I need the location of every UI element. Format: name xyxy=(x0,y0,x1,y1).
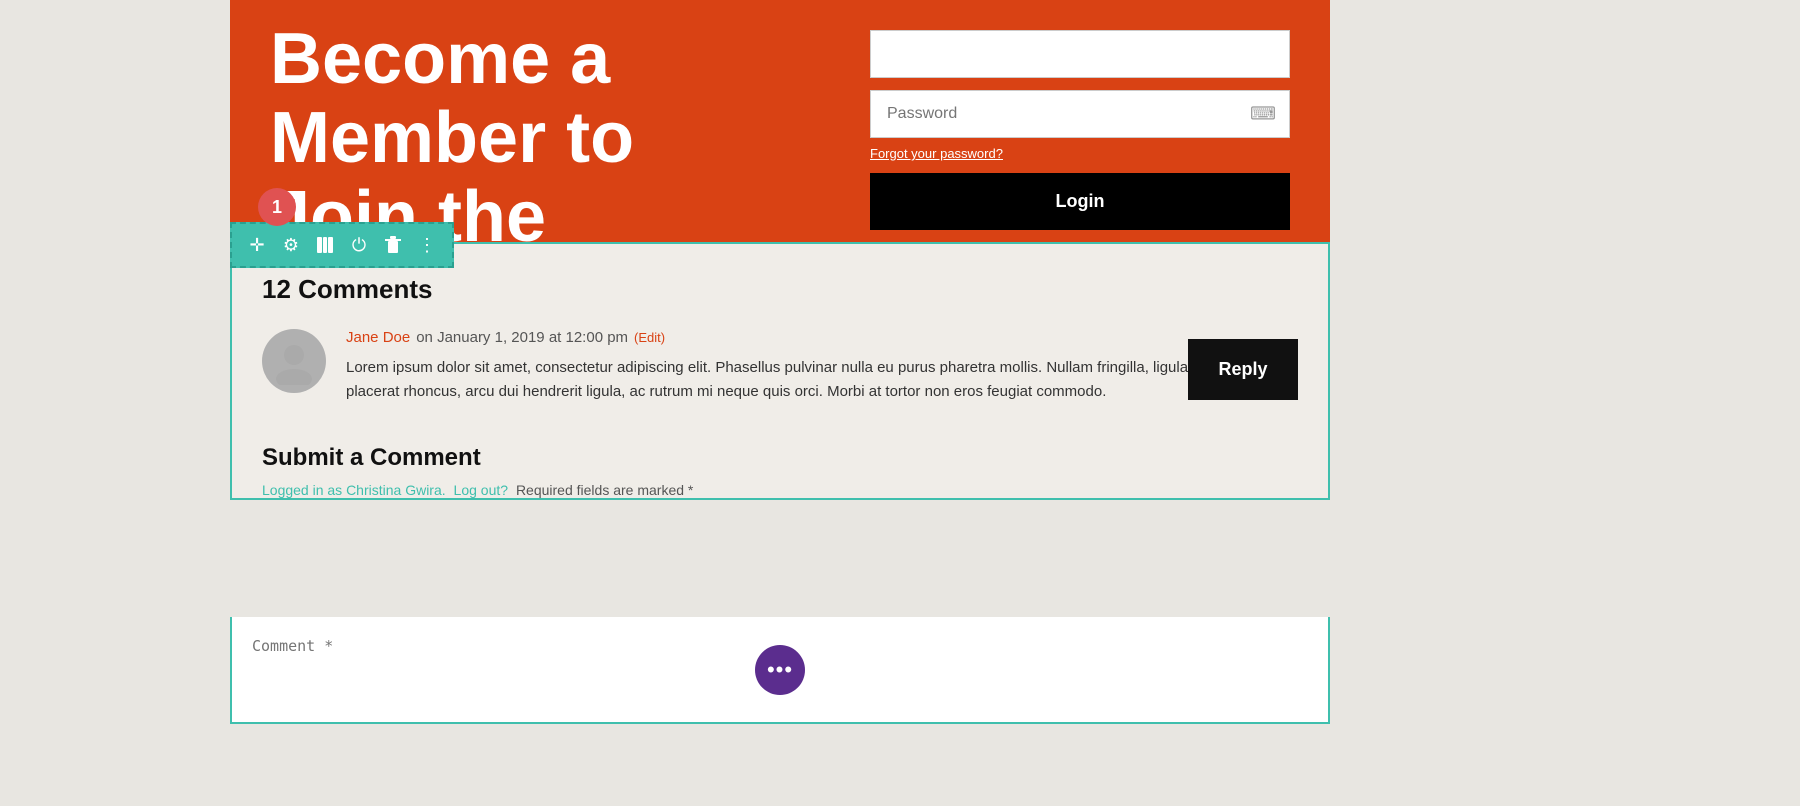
login-form: ⌨ Forgot your password? Login xyxy=(870,30,1290,230)
forgot-password-link[interactable]: Forgot your password? xyxy=(870,146,1290,161)
block-toolbar: ✛ ⚙ ⏻ ⋮ xyxy=(230,222,454,268)
email-input[interactable] xyxy=(870,30,1290,78)
settings-icon[interactable]: ⚙ xyxy=(276,230,306,260)
dots-icon: ••• xyxy=(767,657,793,683)
comments-title: 12 Comments xyxy=(262,274,1298,305)
avatar xyxy=(262,329,326,393)
delete-icon[interactable] xyxy=(378,230,408,260)
password-wrapper: ⌨ xyxy=(870,90,1290,138)
move-icon[interactable]: ✛ xyxy=(242,230,272,260)
comments-section: 12 Comments Jane Doe on January 1, 2019 … xyxy=(230,242,1330,500)
comment-text: Lorem ipsum dolor sit amet, consectetur … xyxy=(346,356,1298,404)
submit-meta: Logged in as Christina Gwira. Log out? R… xyxy=(262,482,1298,498)
submit-title: Submit a Comment xyxy=(262,444,1298,472)
dots-menu-button[interactable]: ••• xyxy=(755,645,805,695)
power-icon[interactable]: ⏻ xyxy=(344,230,374,260)
submit-comment-section: Submit a Comment Logged in as Christina … xyxy=(262,444,1298,498)
columns-icon[interactable] xyxy=(310,230,340,260)
logged-in-link[interactable]: Logged in as Christina Gwira. xyxy=(262,482,446,498)
step-badge: 1 xyxy=(258,188,296,226)
password-input[interactable] xyxy=(870,90,1290,138)
comment-author: Jane Doe xyxy=(346,329,410,346)
required-text: Required fields are marked * xyxy=(516,482,693,498)
logout-link[interactable]: Log out? xyxy=(454,482,509,498)
comment-date: on January 1, 2019 at 12:00 pm xyxy=(416,329,628,346)
reply-button[interactable]: Reply xyxy=(1188,339,1298,400)
password-toggle-icon[interactable]: ⌨ xyxy=(1250,104,1276,125)
comment-meta: Jane Doe on January 1, 2019 at 12:00 pm … xyxy=(346,329,1298,346)
login-button[interactable]: Login xyxy=(870,173,1290,230)
comment-edit-link[interactable]: (Edit) xyxy=(634,330,665,345)
comment-body: Jane Doe on January 1, 2019 at 12:00 pm … xyxy=(346,329,1298,404)
more-icon[interactable]: ⋮ xyxy=(412,230,442,260)
comment-item: Jane Doe on January 1, 2019 at 12:00 pm … xyxy=(262,329,1298,404)
